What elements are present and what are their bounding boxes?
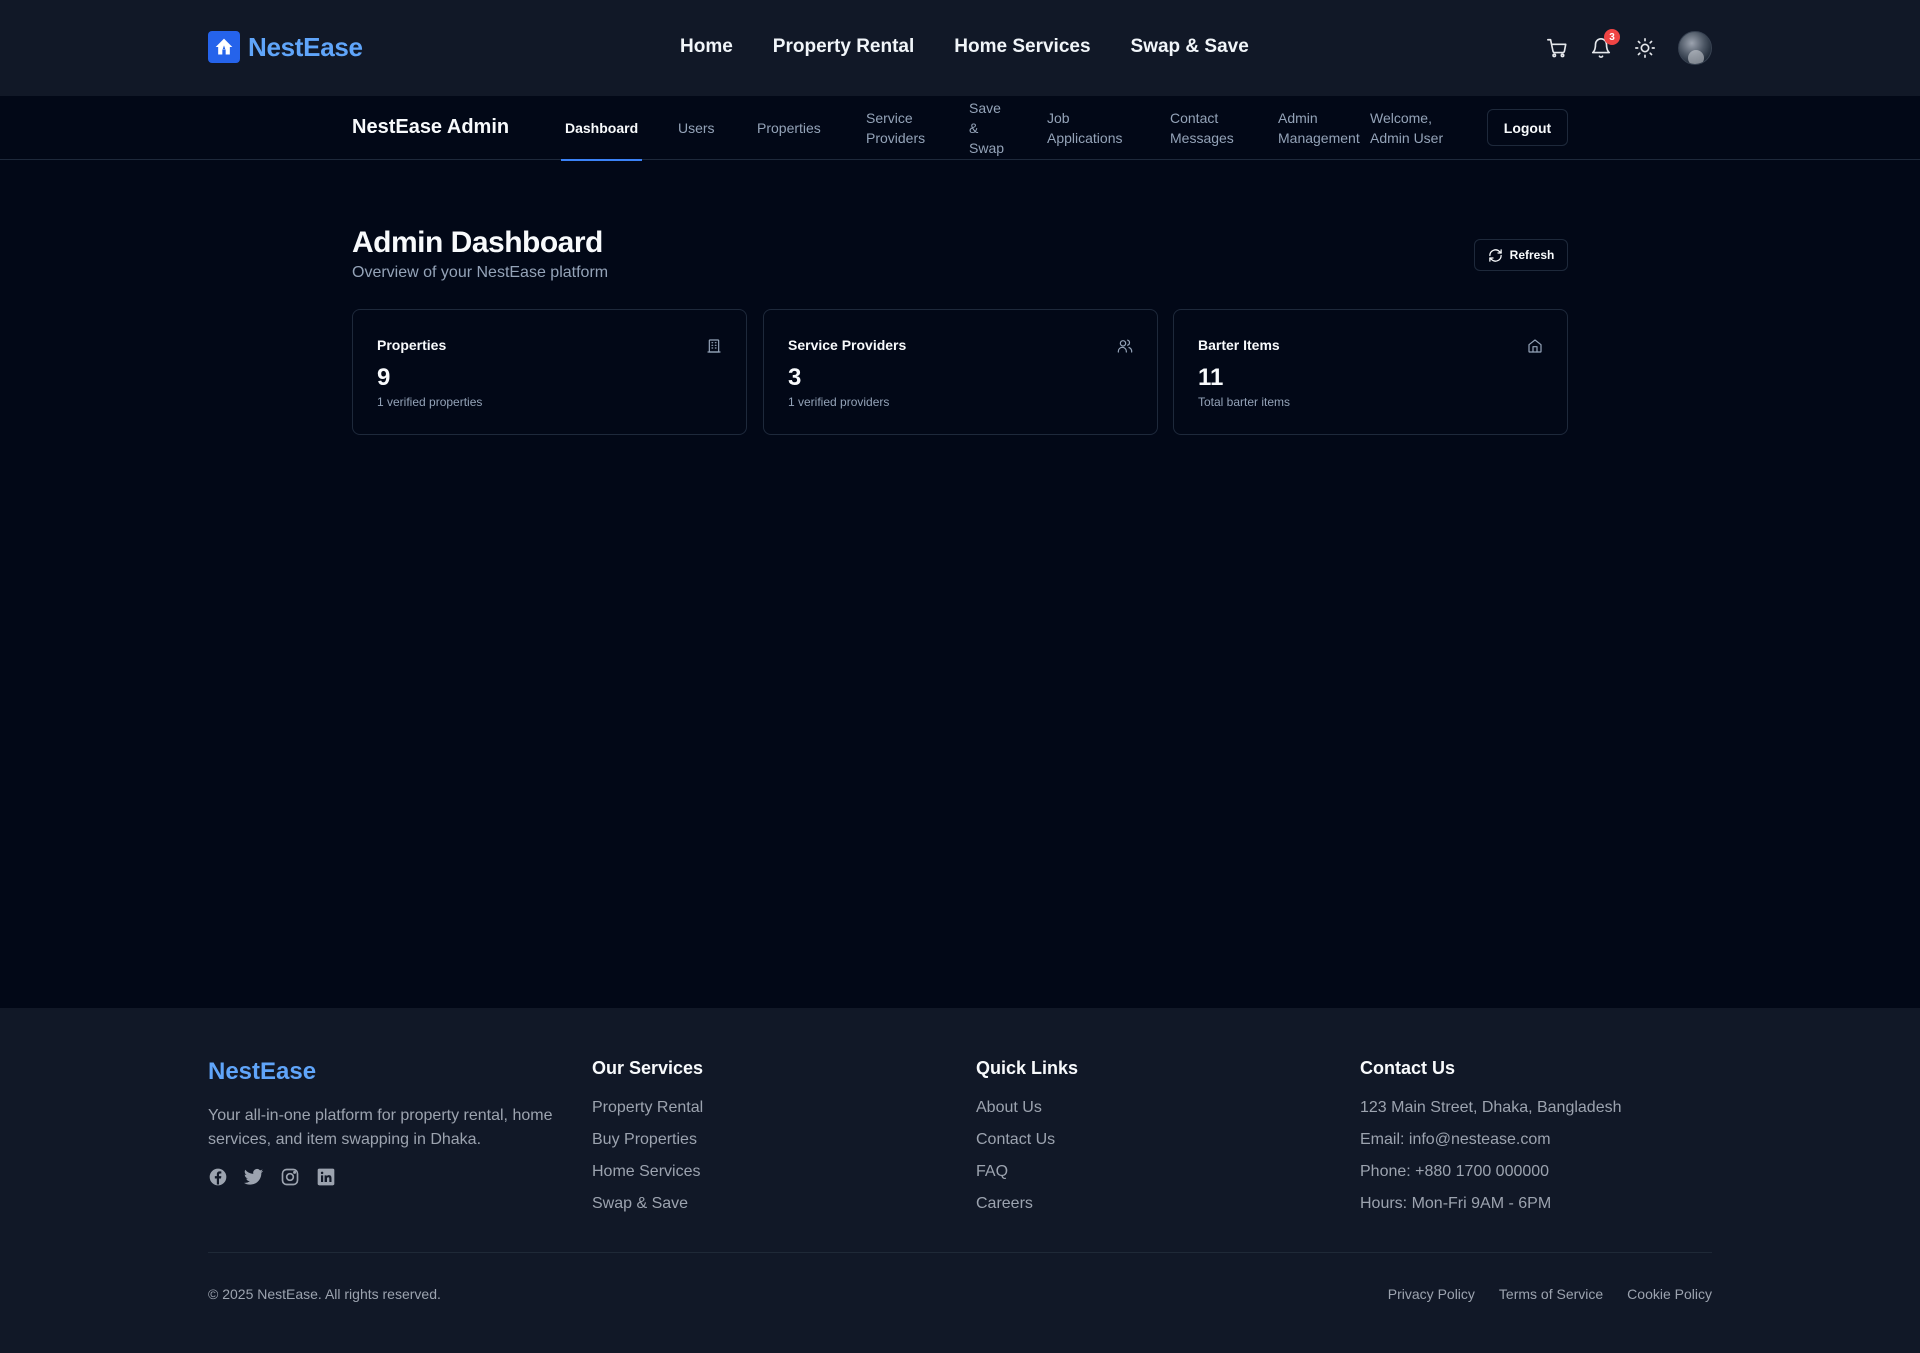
copyright: © 2025 NestEase. All rights reserved. xyxy=(208,1286,441,1302)
stat-title: Barter Items xyxy=(1198,337,1280,353)
social-links xyxy=(208,1167,336,1187)
nav-home[interactable]: Home xyxy=(680,36,733,58)
page-title: Admin Dashboard xyxy=(352,226,603,259)
footer-link[interactable]: Contact Us xyxy=(976,1131,1055,1148)
nav-property-rental[interactable]: Property Rental xyxy=(773,36,914,58)
footer-heading: Contact Us xyxy=(1360,1058,1456,1078)
top-header: NestEase Home Property Rental Home Servi… xyxy=(0,0,1920,96)
building-icon xyxy=(706,338,722,354)
footer-link[interactable]: FAQ xyxy=(976,1163,1008,1180)
stat-card-service-providers: Service Providers 3 1 verified providers xyxy=(763,309,1158,435)
footer-link[interactable]: Buy Properties xyxy=(592,1131,697,1148)
privacy-policy-link[interactable]: Privacy Policy xyxy=(1388,1286,1475,1302)
cart-icon[interactable] xyxy=(1546,37,1568,59)
admin-tab-contact-messages[interactable]: Contact Messages xyxy=(1170,96,1245,160)
contact-hours: Hours: Mon-Fri 9AM - 6PM xyxy=(1360,1195,1552,1212)
contact-phone: Phone: +880 1700 000000 xyxy=(1360,1163,1550,1180)
stat-title: Properties xyxy=(377,337,447,353)
site-footer: NestEase Your all-in-one platform for pr… xyxy=(0,1008,1920,1353)
admin-tab-service-providers[interactable]: Service Providers xyxy=(866,96,936,160)
main-nav: Home Property Rental Home Services Swap … xyxy=(680,36,1249,58)
footer-services: Our Services Property Rental Buy Propert… xyxy=(592,1058,703,1227)
refresh-icon xyxy=(1488,248,1503,263)
brand-name: NestEase xyxy=(248,31,363,62)
instagram-icon[interactable] xyxy=(280,1167,300,1187)
home-icon xyxy=(1527,338,1543,354)
facebook-icon[interactable] xyxy=(208,1167,228,1187)
footer-link[interactable]: Swap & Save xyxy=(592,1195,688,1212)
footer-quick-links: Quick Links About Us Contact Us FAQ Care… xyxy=(976,1058,1078,1227)
brand-logo-link[interactable]: NestEase xyxy=(208,31,363,63)
admin-nav-bar: NestEase Admin Dashboard Users Propertie… xyxy=(0,96,1920,161)
terms-of-service-link[interactable]: Terms of Service xyxy=(1499,1286,1603,1302)
users-icon xyxy=(1117,338,1133,354)
footer-description: Your all-in-one platform for property re… xyxy=(208,1107,553,1148)
footer-divider xyxy=(208,1252,1712,1253)
admin-tab-properties[interactable]: Properties xyxy=(757,96,821,160)
sun-icon[interactable] xyxy=(1634,37,1656,59)
contact-address: 123 Main Street, Dhaka, Bangladesh xyxy=(1360,1099,1622,1116)
admin-tab-users[interactable]: Users xyxy=(678,96,715,160)
footer-link[interactable]: Home Services xyxy=(592,1163,700,1180)
stat-value: 3 xyxy=(788,364,802,391)
stat-title: Service Providers xyxy=(788,337,907,353)
nav-swap-and-save[interactable]: Swap & Save xyxy=(1131,36,1249,58)
refresh-label: Refresh xyxy=(1509,248,1555,262)
page-subtitle: Overview of your NestEase platform xyxy=(352,264,609,281)
stat-note: 1 verified providers xyxy=(788,395,890,409)
legal-links: Privacy Policy Terms of Service Cookie P… xyxy=(1388,1286,1712,1302)
house-logo-icon xyxy=(208,31,240,63)
refresh-button[interactable]: Refresh xyxy=(1474,239,1568,271)
stat-value: 11 xyxy=(1198,364,1224,391)
notification-badge: 3 xyxy=(1604,29,1620,45)
stat-card-barter-items: Barter Items 11 Total barter items xyxy=(1173,309,1568,435)
admin-title: NestEase Admin xyxy=(352,116,510,138)
stat-card-properties: Properties 9 1 verified properties xyxy=(352,309,747,435)
footer-contact: Contact Us 123 Main Street, Dhaka, Bangl… xyxy=(1360,1058,1622,1227)
admin-tab-admin-management[interactable]: Admin Management xyxy=(1278,96,1370,160)
logout-button[interactable]: Logout xyxy=(1487,109,1568,146)
avatar[interactable] xyxy=(1678,31,1712,65)
footer-heading: Our Services xyxy=(592,1058,704,1078)
nav-home-services[interactable]: Home Services xyxy=(954,36,1090,58)
footer-link[interactable]: About Us xyxy=(976,1099,1042,1116)
footer-link[interactable]: Property Rental xyxy=(592,1099,703,1116)
cookie-policy-link[interactable]: Cookie Policy xyxy=(1627,1286,1712,1302)
header-actions: 3 xyxy=(1546,29,1712,65)
welcome-text: Welcome, Admin User xyxy=(1370,110,1444,146)
stat-note: 1 verified properties xyxy=(377,395,483,409)
footer-brand: NestEase xyxy=(208,1058,317,1085)
footer-heading: Quick Links xyxy=(976,1058,1079,1078)
stat-value: 9 xyxy=(377,364,391,391)
admin-tab-dashboard[interactable]: Dashboard xyxy=(560,96,643,161)
linkedin-icon[interactable] xyxy=(316,1167,336,1187)
contact-email: Email: info@nestease.com xyxy=(1360,1131,1551,1148)
twitter-icon[interactable] xyxy=(244,1167,264,1187)
stat-note: Total barter items xyxy=(1198,395,1291,409)
bell-icon[interactable]: 3 xyxy=(1590,29,1620,59)
footer-link[interactable]: Careers xyxy=(976,1195,1033,1212)
admin-tab-job-applications[interactable]: Job Applications xyxy=(1047,96,1137,160)
admin-tab-save-and-swap[interactable]: Save & Swap xyxy=(969,96,1011,160)
